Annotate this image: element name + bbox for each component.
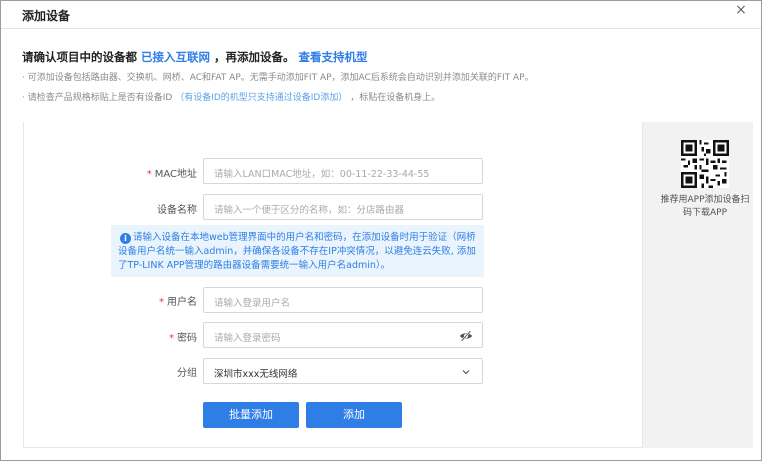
dialog-title-bar: 添加设备 ×: [1, 1, 761, 29]
add-device-dialog: 添加设备 × 请确认项目中的设备都 已接入互联网 ，再添加设备。 查看支持机型 …: [0, 0, 762, 461]
add-button[interactable]: 添加: [306, 402, 402, 428]
group-label-text: 分组: [177, 368, 197, 379]
required-mark: *: [159, 297, 164, 308]
note-device-types: · 可添加设备包括路由器、交换机、网桥、AC和FAT AP。无需手动添加FIT …: [22, 73, 534, 83]
chevron-down-icon: [462, 370, 470, 375]
dialog-title: 添加设备: [22, 9, 71, 23]
note-device-id-suffix: ，标贴在设备机身上。: [350, 93, 441, 103]
username-label-text: 用户名: [167, 297, 197, 308]
credentials-info-box: i 请输入设备在本地web管理界面中的用户名和密码，在添加设备时用于验证（网桥设…: [111, 225, 484, 277]
qr-code-icon: [681, 140, 729, 188]
password-placeholder: 请输入登录密码: [214, 333, 281, 344]
mac-label: * MAC地址: [117, 165, 197, 180]
close-icon[interactable]: ×: [734, 3, 748, 17]
device-name-label-text: 设备名称: [157, 205, 197, 216]
mac-address-input[interactable]: 请输入LAN口MAC地址，如：00-11-22-33-44-55: [203, 158, 483, 184]
notice-heading: 请确认项目中的设备都 已接入互联网 ，再添加设备。 查看支持机型: [22, 49, 368, 65]
internet-link[interactable]: 已接入互联网: [141, 50, 210, 64]
notice-heading-text: 请确认项目中的设备都: [22, 50, 137, 64]
mac-label-text: MAC地址: [154, 169, 197, 180]
password-label-text: 密码: [177, 333, 197, 344]
username-placeholder: 请输入登录用户名: [214, 298, 291, 309]
qr-caption: 推荐用APP添加设备扫码下载APP: [660, 195, 750, 218]
notice-heading-middle: ，再添加设备。: [214, 50, 295, 64]
password-label: * 密码: [117, 329, 197, 344]
device-name-input[interactable]: 请输入一个便于区分的名称，如：分店路由器: [203, 194, 483, 220]
mac-placeholder: 请输入LAN口MAC地址，如：00-11-22-33-44-55: [214, 169, 430, 180]
required-mark: *: [169, 333, 174, 344]
device-name-placeholder: 请输入一个便于区分的名称，如：分店路由器: [214, 205, 405, 216]
username-label: * 用户名: [117, 293, 197, 308]
note-device-id: · 请检查产品规格标贴上是否有设备ID （有设备ID的机型只支持通过设备ID添加…: [22, 90, 440, 103]
device-name-label: 设备名称: [117, 201, 197, 216]
password-input[interactable]: 请输入登录密码: [203, 322, 483, 348]
required-mark: *: [146, 169, 152, 180]
eye-off-icon[interactable]: [459, 329, 473, 343]
note-device-id-hint: （有设备ID的机型只支持通过设备ID添加）: [175, 93, 348, 103]
credentials-info-text: 请输入设备在本地web管理界面中的用户名和密码，在添加设备时用于验证（网桥设备用…: [118, 232, 476, 271]
supported-models-link[interactable]: 查看支持机型: [299, 50, 368, 64]
note-device-id-prefix: · 请检查产品规格标贴上是否有设备ID: [22, 93, 173, 103]
group-select[interactable]: 深圳市xxx无线网络: [203, 358, 483, 384]
group-label: 分组: [117, 364, 197, 379]
batch-add-button[interactable]: 批量添加: [203, 402, 299, 428]
group-selected-value: 深圳市xxx无线网络: [214, 369, 298, 380]
username-input[interactable]: 请输入登录用户名: [203, 287, 483, 313]
